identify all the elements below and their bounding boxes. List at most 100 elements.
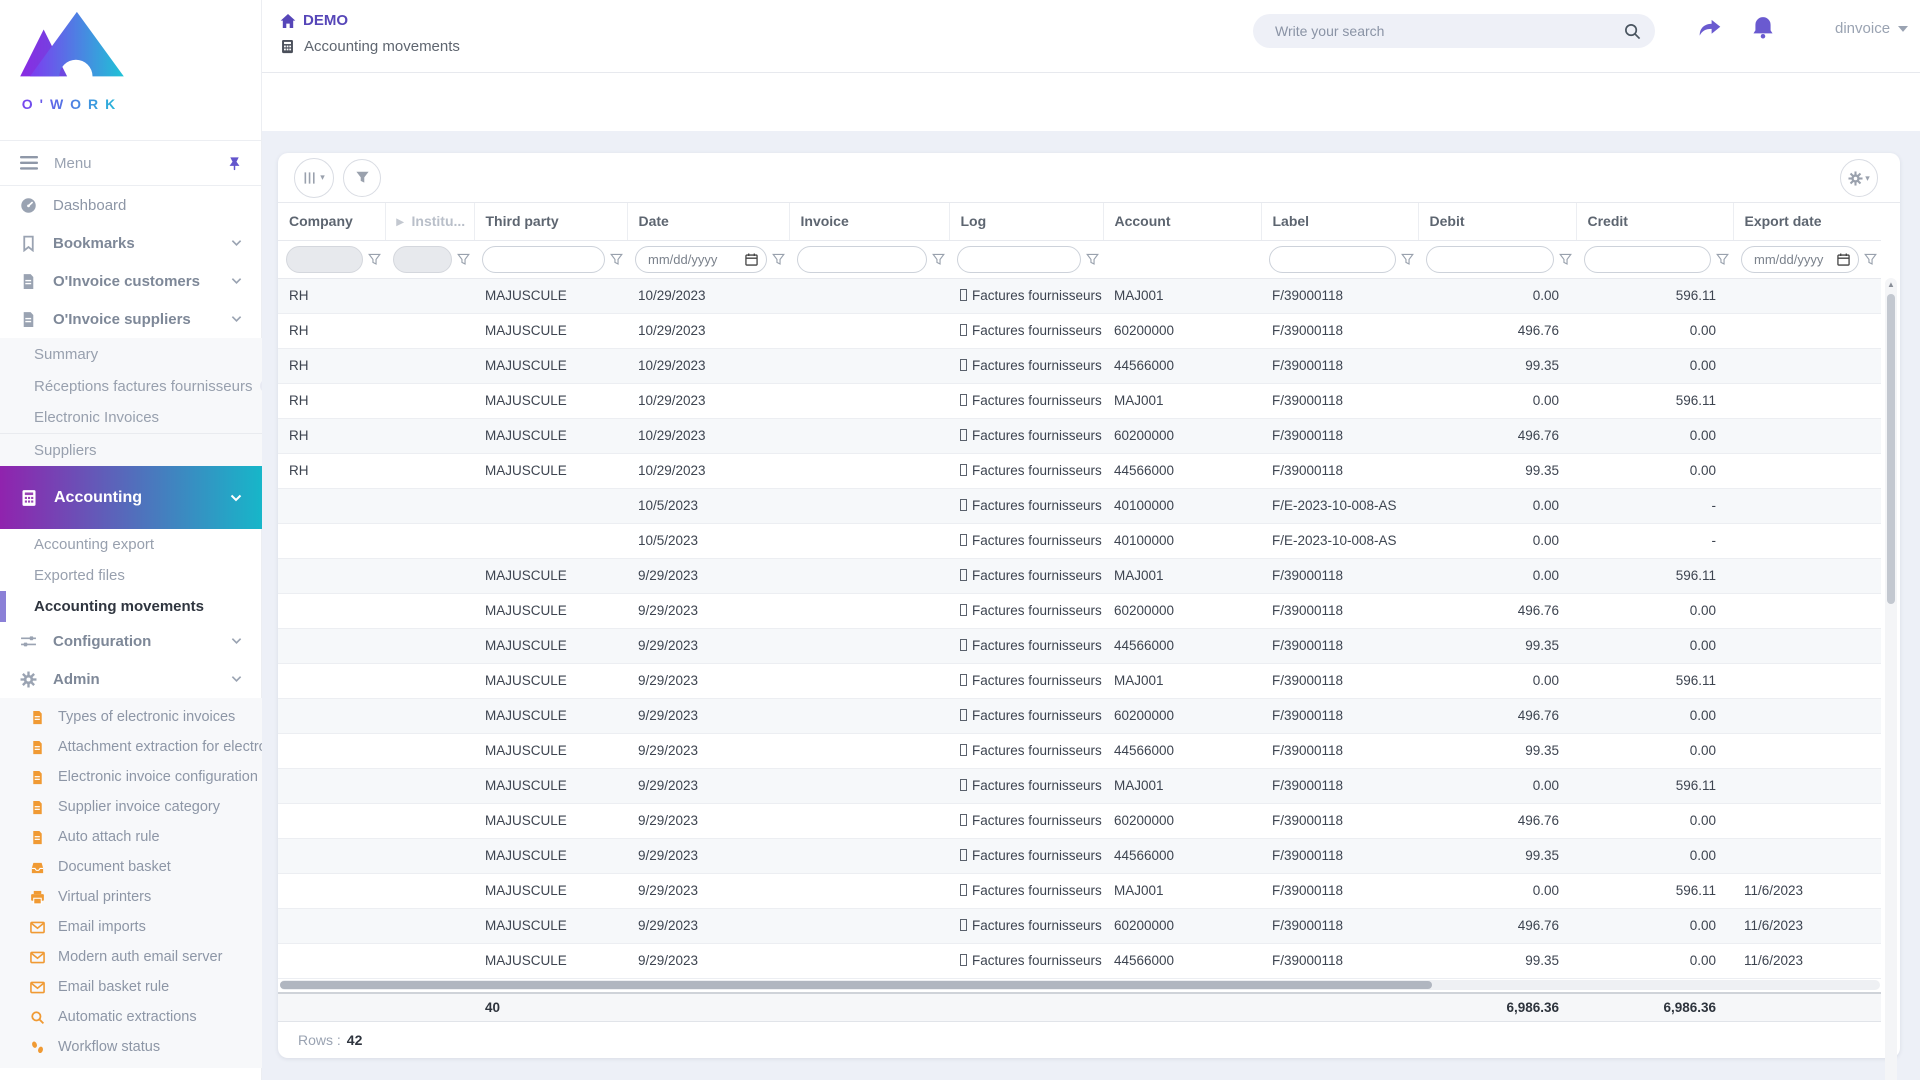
table-row[interactable]: MAJUSCULE 9/29/2023 Factures fournisseur… [278,943,1881,979]
sidebar-item-modern-auth-email-server[interactable]: Modern auth email server [0,942,262,972]
credit-filter-input[interactable] [1584,245,1711,273]
sidebar-item-dashboard[interactable]: Dashboard [0,186,262,224]
scroll-up-icon[interactable]: ▲ [1887,278,1895,292]
funnel-icon[interactable] [772,253,785,266]
notifications-bell-icon[interactable] [1750,15,1776,41]
label-filter-input[interactable] [1269,245,1396,273]
table-row[interactable]: MAJUSCULE 9/29/2023 Factures fournisseur… [278,873,1881,909]
brand-logo[interactable]: O'WORK [16,8,128,112]
column-header-invoice[interactable]: Invoice [788,203,949,241]
third-party-filter-input[interactable] [482,245,605,273]
table-row[interactable]: MAJUSCULE 9/29/2023 Factures fournisseur… [278,558,1881,594]
sidebar-item-einvoice-configuration[interactable]: Electronic invoice configuration [0,762,262,792]
table-row[interactable]: RH MAJUSCULE 10/29/2023 Factures fournis… [278,453,1881,489]
columns-button[interactable]: ▾ [294,157,334,198]
user-menu[interactable]: dinvoice [1835,20,1909,37]
table-row[interactable]: RH MAJUSCULE 10/29/2023 Factures fournis… [278,383,1881,419]
invoice-filter-input[interactable] [797,245,927,273]
sidebar-item-accounting-export[interactable]: Accounting export [0,529,262,560]
sidebar-item-document-basket[interactable]: Document basket [0,852,262,882]
sidebar-item-types-electronic-invoices[interactable]: Types of electronic invoices [0,702,262,732]
sidebar-item-accounting[interactable]: Accounting [0,466,262,529]
date-filter-input[interactable]: mm/dd/yyyy [635,245,767,273]
column-header-log[interactable]: Log [948,203,1103,241]
sidebar-item-receptions-factures[interactable]: Réceptions factures fournisseurs 0 [0,370,262,402]
table-row[interactable]: RH MAJUSCULE 10/29/2023 Factures fournis… [278,313,1881,349]
sidebar-item-automatic-extractions[interactable]: Automatic extractions [0,1002,262,1032]
sidebar-item-supplier-invoice-category[interactable]: Supplier invoice category [0,792,262,822]
sidebar-item-label: Dashboard [53,196,127,214]
vertical-scrollbar[interactable]: ▲ ▼ [1885,278,1897,1080]
column-header-date[interactable]: Date [626,203,789,241]
debit-filter-input[interactable] [1426,245,1554,273]
sidebar-item-accounting-movements[interactable]: Accounting movements [0,591,262,622]
sidebar-item-exported-files[interactable]: Exported files [0,560,262,591]
horizontal-scrollbar[interactable] [280,980,1880,990]
horizontal-scrollbar-thumb[interactable] [280,981,1432,989]
column-header-credit[interactable]: Credit [1575,203,1733,241]
sidebar-item-bookmarks[interactable]: Bookmarks [0,224,262,262]
table-row[interactable]: MAJUSCULE 9/29/2023 Factures fournisseur… [278,593,1881,629]
table-row[interactable]: MAJUSCULE 9/29/2023 Factures fournisseur… [278,663,1881,699]
cell-label: F/39000118 [1261,628,1418,664]
filter-button[interactable] [343,158,381,197]
log-filter-input[interactable] [957,245,1081,273]
search-input[interactable] [1275,23,1624,39]
table-row[interactable]: MAJUSCULE 9/29/2023 Factures fournisseur… [278,698,1881,734]
sidebar-item-admin[interactable]: Admin [0,660,262,698]
funnel-icon[interactable] [1716,253,1729,266]
table-row[interactable]: MAJUSCULE 9/29/2023 Factures fournisseur… [278,803,1881,839]
sidebar-item-email-imports[interactable]: Email imports [0,912,262,942]
column-header-company[interactable]: Company [278,203,385,241]
table-row[interactable]: MAJUSCULE 9/29/2023 Factures fournisseur… [278,768,1881,804]
calendar-icon[interactable] [745,253,758,266]
column-header-export-date[interactable]: Export date [1732,203,1881,241]
menu-toggle[interactable]: Menu [0,140,262,186]
funnel-icon[interactable] [457,253,470,266]
funnel-icon[interactable] [368,253,381,266]
cell-label: F/39000118 [1261,873,1418,909]
column-header-debit[interactable]: Debit [1417,203,1576,241]
search-icon[interactable] [1624,23,1641,40]
cell-label: F/39000118 [1261,908,1418,944]
funnel-icon[interactable] [932,253,945,266]
breadcrumb-home[interactable]: DEMO [280,12,460,29]
table-row[interactable]: RH MAJUSCULE 10/29/2023 Factures fournis… [278,418,1881,454]
sidebar-item-electronic-invoices[interactable]: Electronic Invoices [0,402,262,434]
funnel-icon[interactable] [1401,253,1414,266]
column-header-label[interactable]: Label [1260,203,1418,241]
export-date-filter-input[interactable]: mm/dd/yyyy [1741,245,1859,273]
column-header-institution[interactable]: ▸ Institu... [384,203,474,241]
pin-sidebar-icon[interactable] [227,156,242,171]
funnel-icon[interactable] [1864,253,1877,266]
sidebar-item-auto-attach-rule[interactable]: Auto attach rule [0,822,262,852]
column-header-account[interactable]: Account [1102,203,1261,241]
sidebar-item-virtual-printers[interactable]: Virtual printers [0,882,262,912]
table-row[interactable]: MAJUSCULE 9/29/2023 Factures fournisseur… [278,838,1881,874]
table-row[interactable]: RH MAJUSCULE 10/29/2023 Factures fournis… [278,278,1881,314]
funnel-icon[interactable] [610,253,623,266]
funnel-icon[interactable] [1559,253,1572,266]
funnel-icon[interactable] [1086,253,1099,266]
sidebar-item-suppliers[interactable]: Suppliers [0,434,262,466]
table-row[interactable]: MAJUSCULE 9/29/2023 Factures fournisseur… [278,628,1881,664]
sidebar-item-oinvoice-suppliers[interactable]: O'Invoice suppliers [0,300,262,338]
cell-invoice [789,418,949,454]
table-row[interactable]: MAJUSCULE 9/29/2023 Factures fournisseur… [278,733,1881,769]
sidebar-item-workflow-status[interactable]: Workflow status [0,1032,262,1062]
sidebar-item-configuration[interactable]: Configuration [0,622,262,660]
table-row[interactable]: 10/5/2023 Factures fournisseurs 40100000… [278,488,1881,524]
settings-button[interactable]: ▾ [1840,159,1878,197]
sidebar-item-attachment-extraction[interactable]: Attachment extraction for electron [0,732,262,762]
vertical-scrollbar-thumb[interactable] [1887,294,1895,604]
table-row[interactable]: MAJUSCULE 9/29/2023 Factures fournisseur… [278,908,1881,944]
table-row[interactable]: RH MAJUSCULE 10/29/2023 Factures fournis… [278,348,1881,384]
sidebar-item-summary[interactable]: Summary [0,338,262,370]
sidebar-item-oinvoice-customers[interactable]: O'Invoice customers [0,262,262,300]
expand-group-icon[interactable]: ▸ [397,213,404,229]
share-icon[interactable] [1697,15,1723,41]
column-header-third-party[interactable]: Third party [473,203,627,241]
sidebar-item-email-basket-rule[interactable]: Email basket rule [0,972,262,1002]
calendar-icon[interactable] [1837,253,1850,266]
table-row[interactable]: 10/5/2023 Factures fournisseurs 40100000… [278,523,1881,559]
